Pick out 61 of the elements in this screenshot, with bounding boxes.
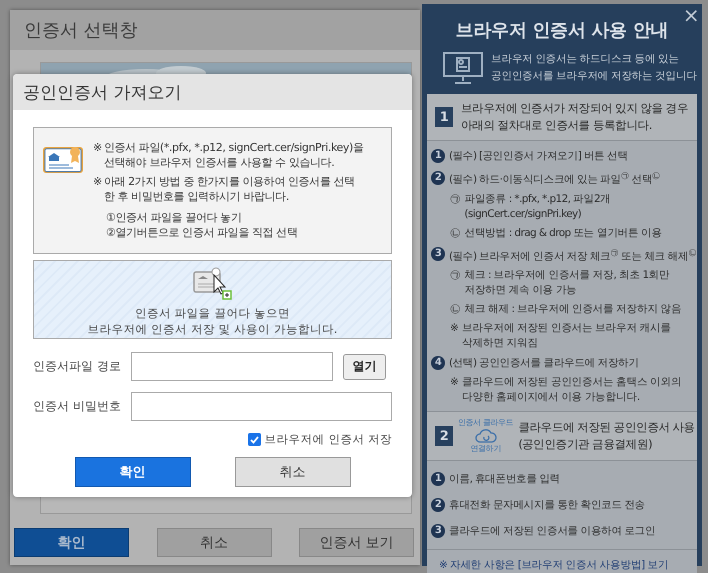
note-text: 체크 해제 : 브라우저에 인증서를 저장하지 않음 <box>464 302 682 317</box>
section-heading: 브라우저에 인증서가 저장되어 있지 않을 경우 아래의 절차대로 인증서를 등록합니다. <box>461 100 688 134</box>
note-text: 파일종류 : *.pfx, *.p12, 파일2개 (signCert.cer/signPri.key) <box>464 192 610 222</box>
monitor-icon <box>443 52 483 84</box>
section-heading: 클라우드에 저장된 공인인증서 사용 (공인인증기관 금융결제원) <box>518 419 695 453</box>
method-text: ②열기버튼으로 인증서 파일을 직접 선택 <box>106 225 298 240</box>
note-marker: ㉠ <box>450 268 460 283</box>
note-marker: ※ <box>93 140 102 156</box>
section-number: 2 <box>435 426 453 446</box>
field-label: 인증서파일 경로 <box>33 358 122 375</box>
drop-zone-text: 인증서 파일을 끌어다 놓으면 브라우저에 인증서 저장 및 사용이 가능합니다. <box>88 305 338 337</box>
step-number: 3 <box>431 247 445 262</box>
step-number: 4 <box>431 356 445 370</box>
field-label: 인증서 비밀번호 <box>33 398 122 415</box>
method-text: ①인증서 파일을 끌어다 놓기 <box>106 210 242 225</box>
step-text: 이름, 휴대폰번호를 입력 <box>449 472 560 487</box>
note-text: 클라우드에 저장된 공인인증서는 홈택스 이외의 다양한 홈페이지에서 이용 가능합니다. <box>462 375 682 405</box>
intro-text: 브라우저 인증서는 하드디스크 등에 있는 공인인증서를 브라우저에 저장하는 것입니다 <box>491 52 697 84</box>
dialog-title: 공인인증서 가져오기 <box>13 74 412 110</box>
badge-label[interactable]: 연결하기 <box>470 444 501 454</box>
dialog-button[interactable]: 취소 <box>156 528 272 557</box>
step-text: 휴대전화 문자메시지를 통한 확인코드 전송 <box>449 498 645 513</box>
close-button[interactable]: × <box>682 4 699 26</box>
note-text: 아래 2가지 방법 중 한가지를 이용하여 인증서를 선택 한 후 비밀번호를 입력하시기 바랍니다. <box>104 174 355 204</box>
step-number: 3 <box>431 524 445 538</box>
step-number: 1 <box>431 149 445 163</box>
step-text: (필수) 브라우저에 인증서 저장 체크$^{㉠}$ 또는 체크 해제$^{㉡}$ <box>449 246 696 264</box>
confirm-button[interactable]: 확인 <box>14 528 129 557</box>
file-path-field[interactable] <box>131 352 333 381</box>
panel-title: 브라우저 인증서 사용 안내 <box>454 19 670 42</box>
note-marker: ※ <box>450 375 458 390</box>
note-marker: ㉠ <box>450 192 460 206</box>
step-text: (선택) 공인인증서를 클라우드에 저장하기 <box>449 356 639 371</box>
note-text: 브라우저에 저장된 인증서는 브라우저 캐시를 삭제하면 지워짐 <box>462 321 671 351</box>
step-number: 2 <box>431 170 445 185</box>
note-marker: ※ <box>450 321 458 336</box>
step-number: 1 <box>431 472 445 486</box>
password-field[interactable] <box>131 392 392 421</box>
step-text: (필수) 하드·이동식디스크에 있는 파일$^{㉠}$ 선택$^{㉡}$ <box>449 170 660 188</box>
note-marker: ㉡ <box>450 226 460 240</box>
window-title: 인증서 선택창 <box>10 10 420 50</box>
drag-file-icon <box>192 267 234 303</box>
badge-label[interactable]: 인증서 클라우드 <box>458 418 514 428</box>
cloud-icon[interactable] <box>474 428 497 444</box>
checkbox-label: 브라우저에 인증서 저장 <box>264 432 392 447</box>
confirm-button[interactable]: 확인 <box>74 457 190 487</box>
step-number: 2 <box>431 498 445 512</box>
dialog-button[interactable]: 인증서 보기 <box>299 528 414 557</box>
help-link[interactable]: ※ 자세한 사항은 [브라우저 인증서 사용방법] 보기 <box>439 559 668 571</box>
note-text: 선택방법 : drag & drop 또는 열기버튼 이용 <box>464 226 662 240</box>
save-checkbox[interactable] <box>248 433 261 446</box>
certificate-icon <box>43 144 85 174</box>
step-text: 클라우드에 저장된 인증서를 이용하여 로그인 <box>449 524 656 539</box>
note-text: 체크 : 브라우저에 인증서를 저장, 최초 1회만 저장하면 계속 이용 가능 <box>464 268 670 298</box>
section-number: 1 <box>435 107 453 127</box>
step-text: (필수) [공인인증서 가져오기] 버튼 선택 <box>449 149 628 164</box>
note-marker: ※ <box>93 174 102 190</box>
note-marker: ㉡ <box>450 302 460 317</box>
cancel-button[interactable]: 취소 <box>234 457 350 487</box>
open-button[interactable]: 열기 <box>343 354 386 380</box>
note-text: 인증서 파일(*.pfx, *.p12, signCert.cer/signPri.key)을 선택해야 브라우저 인증서를 사용할 수 있습니다. <box>104 140 364 170</box>
